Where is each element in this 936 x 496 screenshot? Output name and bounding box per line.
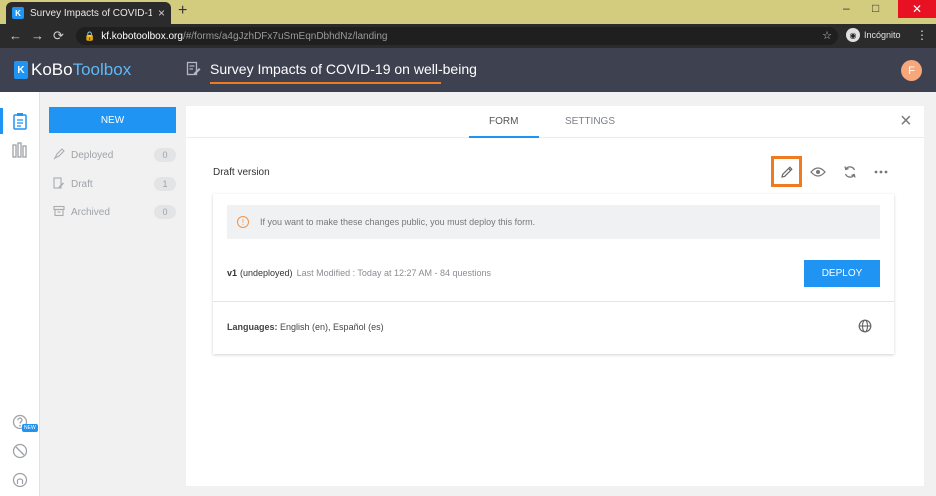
reload-icon[interactable]: ⟳ — [53, 28, 64, 44]
count-badge: 0 — [154, 205, 176, 219]
deploy-button[interactable]: DEPLOY — [804, 260, 880, 287]
replace-form-button[interactable] — [840, 162, 860, 182]
warning-text: If you want to make these changes public… — [260, 217, 536, 227]
close-icon[interactable]: × — [900, 110, 912, 133]
form-landing-panel: FORM SETTINGS × Draft version ! If you w… — [186, 106, 924, 486]
count-badge: 0 — [154, 148, 176, 162]
url-host: kf.kobotoolbox.org — [101, 30, 183, 42]
logo-text-part2: Toolbox — [72, 60, 132, 79]
incognito-icon: ◉ — [846, 28, 860, 42]
url-field[interactable]: 🔒 kf.kobotoolbox.org /#/forms/a4gJzhDFx7… — [76, 27, 838, 45]
maximize-icon[interactable]: □ — [872, 1, 879, 15]
count-badge: 1 — [154, 177, 176, 191]
globe-icon[interactable] — [858, 319, 872, 336]
rocket-icon — [53, 147, 67, 163]
library-icon[interactable] — [11, 142, 29, 163]
sidebar-item-archived[interactable]: Archived 0 — [53, 204, 176, 220]
new-button[interactable]: NEW — [49, 107, 176, 133]
github-icon[interactable] — [11, 472, 29, 493]
card-divider — [213, 301, 894, 302]
edit-form-button[interactable] — [771, 156, 802, 187]
browser-tab[interactable]: K Survey Impacts of COVID-19 on × — [6, 2, 171, 24]
eye-icon — [810, 167, 826, 177]
pencil-icon — [780, 165, 793, 178]
deploy-warning: ! If you want to make these changes publ… — [227, 205, 880, 239]
languages-row: Languages: English (en), Español (es) — [227, 322, 384, 332]
avatar[interactable]: F — [901, 60, 922, 81]
url-path: /#/forms/a4gJzhDFx7uSmEqnDbhdNz/landing — [182, 30, 388, 42]
title-highlight-underline — [210, 82, 441, 84]
left-rail: NEW — [0, 92, 40, 496]
more-actions-button[interactable] — [871, 162, 891, 182]
form-edit-icon — [186, 61, 202, 80]
sidebar-item-label: Archived — [71, 206, 110, 218]
tab-settings[interactable]: SETTINGS — [565, 116, 615, 127]
logo-mark-icon: K — [14, 61, 28, 79]
version-info: v1 (undeployed) Last Modified : Today at… — [227, 268, 491, 278]
logo-text-part1: KoBo — [31, 60, 73, 79]
sidebar-item-label: Deployed — [71, 149, 114, 161]
window-close-icon[interactable]: ✕ — [898, 0, 936, 18]
browser-tab-title: Survey Impacts of COVID-19 on — [30, 7, 152, 19]
incognito-label: Incógnito — [864, 30, 901, 40]
browser-tab-bar: K Survey Impacts of COVID-19 on × + – □ … — [0, 0, 936, 24]
languages-value: English (en), Español (es) — [280, 322, 384, 332]
forward-icon[interactable]: → — [31, 28, 44, 43]
draft-version-card: ! If you want to make these changes publ… — [213, 194, 894, 354]
kobo-favicon-icon: K — [12, 7, 24, 19]
bookmark-star-icon[interactable]: ☆ — [822, 29, 832, 42]
panel-tabs: FORM SETTINGS × — [186, 106, 924, 138]
browser-address-bar: ← → ⟳ 🔒 kf.kobotoolbox.org /#/forms/a4gJ… — [0, 24, 936, 48]
support-icon[interactable] — [11, 443, 29, 464]
back-icon[interactable]: ← — [9, 28, 22, 43]
draft-icon — [53, 176, 67, 192]
version-status: (undeployed) — [240, 268, 293, 278]
incognito-indicator[interactable]: ◉ Incógnito — [846, 28, 901, 42]
close-tab-icon[interactable]: × — [158, 6, 165, 20]
page-title[interactable]: Survey Impacts of COVID-19 on well-being — [210, 61, 477, 77]
warning-icon: ! — [237, 216, 249, 228]
preview-button[interactable] — [808, 162, 828, 182]
sidebar-item-deployed[interactable]: Deployed 0 — [53, 147, 176, 163]
tab-form[interactable]: FORM — [489, 116, 518, 127]
more-horizontal-icon — [874, 170, 888, 174]
sidebar-item-draft[interactable]: Draft 1 — [53, 176, 176, 192]
active-tab-indicator — [469, 136, 539, 138]
draft-version-label: Draft version — [213, 167, 270, 178]
version-meta: Last Modified : Today at 12:27 AM - 84 q… — [296, 268, 492, 278]
rail-active-indicator — [0, 108, 3, 134]
refresh-icon — [844, 166, 856, 178]
archive-icon — [53, 205, 67, 220]
sidebar-item-label: Draft — [71, 178, 93, 190]
app-header: K KoBoToolbox Survey Impacts of COVID-19… — [0, 48, 936, 92]
languages-label: Languages: — [227, 322, 278, 332]
lock-icon: 🔒 — [84, 30, 96, 41]
new-badge: NEW — [22, 424, 38, 432]
logo-text: KoBoToolbox — [31, 60, 131, 80]
new-tab-icon[interactable]: + — [178, 2, 187, 20]
minimize-icon[interactable]: – — [843, 1, 850, 15]
version-name: v1 — [227, 268, 238, 278]
kobotoolbox-logo[interactable]: K KoBoToolbox — [14, 60, 131, 80]
browser-menu-icon[interactable]: ⋮ — [916, 28, 928, 42]
forms-icon[interactable] — [11, 112, 29, 135]
